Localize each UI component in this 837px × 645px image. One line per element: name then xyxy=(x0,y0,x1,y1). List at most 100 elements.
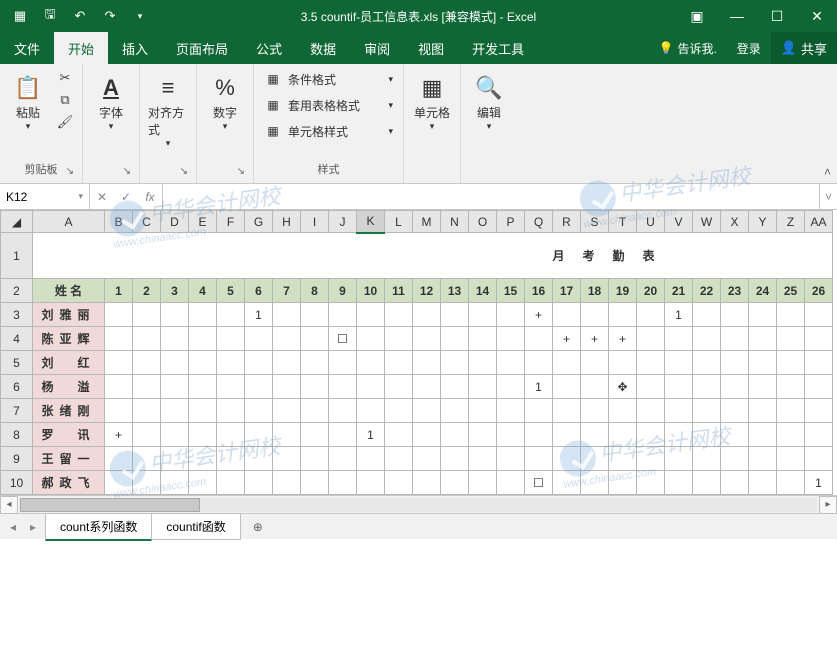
attendance-cell[interactable] xyxy=(721,375,749,399)
header-day[interactable]: 26 xyxy=(805,279,833,303)
attendance-cell[interactable] xyxy=(273,327,301,351)
attendance-cell[interactable]: 1 xyxy=(357,423,385,447)
attendance-cell[interactable] xyxy=(189,423,217,447)
attendance-cell[interactable] xyxy=(609,399,637,423)
tab-home[interactable]: 开始 xyxy=(54,32,108,64)
ribbon-options-icon[interactable]: ▣ xyxy=(677,0,717,32)
attendance-cell[interactable] xyxy=(105,447,133,471)
attendance-cell[interactable] xyxy=(469,303,497,327)
attendance-cell[interactable]: + xyxy=(581,327,609,351)
attendance-cell[interactable] xyxy=(693,351,721,375)
tab-insert[interactable]: 插入 xyxy=(108,32,162,64)
employee-name[interactable]: 张绪刚 xyxy=(33,399,105,423)
sheet-nav-next-icon[interactable]: ▸ xyxy=(24,518,42,536)
col-header[interactable]: A xyxy=(33,211,105,233)
attendance-cell[interactable] xyxy=(749,471,777,495)
header-day[interactable]: 11 xyxy=(385,279,413,303)
header-day[interactable]: 10 xyxy=(357,279,385,303)
attendance-cell[interactable] xyxy=(189,351,217,375)
row-header[interactable]: 10 xyxy=(1,471,33,495)
attendance-cell[interactable] xyxy=(721,423,749,447)
attendance-cell[interactable] xyxy=(413,303,441,327)
attendance-cell[interactable] xyxy=(553,351,581,375)
attendance-cell[interactable] xyxy=(189,327,217,351)
attendance-cell[interactable] xyxy=(497,327,525,351)
header-day[interactable]: 24 xyxy=(749,279,777,303)
excel-icon[interactable]: ▦ xyxy=(8,4,32,28)
attendance-cell[interactable] xyxy=(329,399,357,423)
attendance-cell[interactable] xyxy=(693,399,721,423)
attendance-cell[interactable] xyxy=(749,327,777,351)
attendance-cell[interactable] xyxy=(665,399,693,423)
attendance-cell[interactable] xyxy=(105,399,133,423)
attendance-cell[interactable] xyxy=(161,399,189,423)
redo-icon[interactable]: ↷ xyxy=(98,4,122,28)
attendance-cell[interactable] xyxy=(357,303,385,327)
attendance-cell[interactable] xyxy=(497,375,525,399)
attendance-cell[interactable] xyxy=(105,351,133,375)
attendance-cell[interactable] xyxy=(413,447,441,471)
attendance-cell[interactable] xyxy=(273,303,301,327)
attendance-cell[interactable] xyxy=(385,303,413,327)
attendance-cell[interactable] xyxy=(441,447,469,471)
dialog-launcher-icon[interactable]: ↘ xyxy=(180,166,188,177)
attendance-cell[interactable] xyxy=(581,399,609,423)
attendance-cell[interactable] xyxy=(105,327,133,351)
add-sheet-icon[interactable]: ⊕ xyxy=(247,516,269,538)
col-header[interactable]: Z xyxy=(777,211,805,233)
row-header[interactable]: 2 xyxy=(1,279,33,303)
attendance-cell[interactable]: + xyxy=(525,303,553,327)
sign-in[interactable]: 登录 xyxy=(727,40,771,57)
attendance-cell[interactable]: ☐ xyxy=(329,327,357,351)
attendance-cell[interactable] xyxy=(665,375,693,399)
row-header[interactable]: 3 xyxy=(1,303,33,327)
attendance-cell[interactable] xyxy=(805,351,833,375)
col-header[interactable]: I xyxy=(301,211,329,233)
attendance-cell[interactable] xyxy=(721,447,749,471)
header-day[interactable]: 8 xyxy=(301,279,329,303)
header-day[interactable]: 25 xyxy=(777,279,805,303)
attendance-cell[interactable] xyxy=(413,399,441,423)
header-day[interactable]: 17 xyxy=(553,279,581,303)
attendance-cell[interactable] xyxy=(637,327,665,351)
attendance-cell[interactable] xyxy=(161,447,189,471)
formula-input[interactable] xyxy=(163,184,819,209)
attendance-cell[interactable] xyxy=(301,375,329,399)
attendance-cell[interactable] xyxy=(105,471,133,495)
attendance-cell[interactable] xyxy=(161,327,189,351)
attendance-cell[interactable] xyxy=(637,471,665,495)
sheet-tab-countif[interactable]: countif函数 xyxy=(151,513,240,540)
dialog-launcher-icon[interactable]: ↘ xyxy=(123,166,131,177)
spreadsheet-grid[interactable]: ◢ABCDEFGHIJKLMNOPQRSTUVWXYZAA1月考勤表2姓 名12… xyxy=(0,210,837,495)
attendance-cell[interactable] xyxy=(777,303,805,327)
attendance-cell[interactable] xyxy=(133,399,161,423)
row-header[interactable]: 7 xyxy=(1,399,33,423)
attendance-cell[interactable]: + xyxy=(609,327,637,351)
attendance-cell[interactable] xyxy=(609,471,637,495)
tell-me[interactable]: 💡告诉我. xyxy=(648,40,726,57)
attendance-cell[interactable] xyxy=(721,471,749,495)
attendance-cell[interactable] xyxy=(749,447,777,471)
attendance-cell[interactable] xyxy=(777,447,805,471)
header-day[interactable]: 21 xyxy=(665,279,693,303)
employee-name[interactable]: 罗 讯 xyxy=(33,423,105,447)
header-day[interactable]: 1 xyxy=(105,279,133,303)
attendance-cell[interactable] xyxy=(301,471,329,495)
attendance-cell[interactable] xyxy=(441,471,469,495)
horizontal-scrollbar[interactable]: ◂ ▸ xyxy=(0,495,837,513)
header-day[interactable]: 18 xyxy=(581,279,609,303)
attendance-cell[interactable] xyxy=(301,327,329,351)
attendance-cell[interactable] xyxy=(581,471,609,495)
attendance-cell[interactable] xyxy=(721,351,749,375)
attendance-cell[interactable] xyxy=(133,303,161,327)
header-day[interactable]: 23 xyxy=(721,279,749,303)
attendance-cell[interactable] xyxy=(469,351,497,375)
col-header[interactable]: V xyxy=(665,211,693,233)
attendance-cell[interactable] xyxy=(693,327,721,351)
attendance-cell[interactable] xyxy=(581,447,609,471)
qat-dropdown-icon[interactable]: ▾ xyxy=(128,4,152,28)
attendance-cell[interactable] xyxy=(469,399,497,423)
attendance-cell[interactable] xyxy=(749,399,777,423)
attendance-cell[interactable] xyxy=(133,447,161,471)
header-day[interactable]: 12 xyxy=(413,279,441,303)
